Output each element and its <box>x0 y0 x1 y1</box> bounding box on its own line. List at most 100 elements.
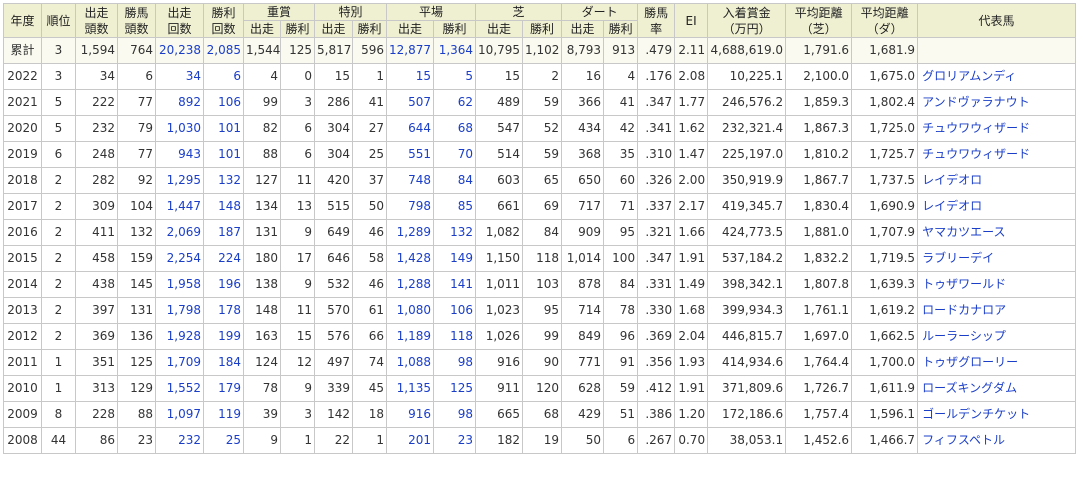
cell-wins[interactable]: 2,085 <box>203 37 244 64</box>
cell-runs[interactable]: 20,238 <box>155 37 204 64</box>
col-flat-runs: 出走 <box>386 20 435 38</box>
cell-flat-wins[interactable]: 23 <box>433 427 477 454</box>
cell-flat-runs[interactable]: 551 <box>386 141 435 168</box>
cell-winners: 6 <box>117 63 156 90</box>
cell-runs[interactable]: 1,030 <box>155 115 204 142</box>
cell-flat-wins[interactable]: 141 <box>433 271 477 298</box>
cell-avg-dist-turf: 1,764.4 <box>785 349 853 376</box>
cell-representative-horse[interactable]: ヤマカツエース <box>917 219 1076 246</box>
cell-flat-wins[interactable]: 149 <box>433 245 477 272</box>
cell-runs[interactable]: 1,958 <box>155 271 204 298</box>
cell-earnings: 414,934.6 <box>707 349 787 376</box>
cell-wins[interactable]: 199 <box>203 323 244 350</box>
cell-turf-wins: 84 <box>522 219 563 246</box>
cell-representative-horse[interactable]: レイデオロ <box>917 167 1076 194</box>
cell-flat-runs[interactable]: 12,877 <box>386 37 435 64</box>
cell-flat-runs[interactable]: 916 <box>386 401 435 428</box>
cell-wins[interactable]: 25 <box>203 427 244 454</box>
cell-flat-wins[interactable]: 84 <box>433 167 477 194</box>
cell-year: 2012 <box>3 323 42 350</box>
cell-runs[interactable]: 2,069 <box>155 219 204 246</box>
cell-special-wins: 50 <box>352 193 388 220</box>
cell-win-rate: .321 <box>637 219 676 246</box>
cell-wins[interactable]: 6 <box>203 63 244 90</box>
cell-wins[interactable]: 106 <box>203 89 244 116</box>
cell-runs[interactable]: 2,254 <box>155 245 204 272</box>
cell-runs[interactable]: 1,097 <box>155 401 204 428</box>
cell-flat-runs[interactable]: 798 <box>386 193 435 220</box>
cell-flat-wins[interactable]: 68 <box>433 115 477 142</box>
cell-wins[interactable]: 178 <box>203 297 244 324</box>
cell-representative-horse[interactable]: ラブリーデイ <box>917 245 1076 272</box>
cell-representative-horse[interactable]: アンドヴァラナウト <box>917 89 1076 116</box>
cell-representative-horse[interactable]: ゴールデンチケット <box>917 401 1076 428</box>
cell-flat-runs[interactable]: 201 <box>386 427 435 454</box>
cell-wins[interactable]: 196 <box>203 271 244 298</box>
cell-ei: 2.08 <box>674 63 709 90</box>
cell-representative-horse[interactable]: チュウワウィザード <box>917 141 1076 168</box>
cell-graded-wins: 9 <box>279 219 316 246</box>
cell-flat-wins[interactable]: 106 <box>433 297 477 324</box>
cell-runs[interactable]: 943 <box>155 141 204 168</box>
cell-wins[interactable]: 224 <box>203 245 244 272</box>
cell-flat-wins[interactable]: 5 <box>433 63 477 90</box>
cell-starters: 458 <box>75 245 118 272</box>
cell-wins[interactable]: 119 <box>203 401 244 428</box>
cell-flat-wins[interactable]: 98 <box>433 401 477 428</box>
cell-representative-horse[interactable]: トゥザワールド <box>917 271 1076 298</box>
cell-runs[interactable]: 1,798 <box>155 297 204 324</box>
cell-representative-horse[interactable]: ルーラーシップ <box>917 323 1076 350</box>
cell-flat-runs[interactable]: 507 <box>386 89 435 116</box>
cell-runs[interactable]: 232 <box>155 427 204 454</box>
cell-representative-horse[interactable]: フィフスペトル <box>917 427 1076 454</box>
cell-graded-runs: 88 <box>243 141 281 168</box>
cell-wins[interactable]: 179 <box>203 375 244 402</box>
cell-representative-horse[interactable]: ローズキングダム <box>917 375 1076 402</box>
cell-turf-runs: 489 <box>475 89 524 116</box>
cell-representative-horse[interactable]: トゥザグローリー <box>917 349 1076 376</box>
cell-representative-horse[interactable]: レイデオロ <box>917 193 1076 220</box>
cell-rank: 2 <box>41 323 76 350</box>
cell-runs[interactable]: 1,447 <box>155 193 204 220</box>
cell-flat-runs[interactable]: 1,428 <box>386 245 435 272</box>
cell-flat-wins[interactable]: 70 <box>433 141 477 168</box>
cell-dirt-runs: 8,793 <box>561 37 605 64</box>
cell-flat-runs[interactable]: 1,289 <box>386 219 435 246</box>
cell-representative-horse[interactable]: ロードカナロア <box>917 297 1076 324</box>
cell-runs[interactable]: 1,295 <box>155 167 204 194</box>
cell-flat-runs[interactable]: 748 <box>386 167 435 194</box>
cell-flat-wins[interactable]: 1,364 <box>433 37 477 64</box>
cell-runs[interactable]: 1,928 <box>155 323 204 350</box>
cell-representative-horse[interactable]: チュウワウィザード <box>917 115 1076 142</box>
cell-flat-wins[interactable]: 125 <box>433 375 477 402</box>
cell-turf-runs: 1,026 <box>475 323 524 350</box>
cell-runs[interactable]: 34 <box>155 63 204 90</box>
cell-flat-runs[interactable]: 1,189 <box>386 323 435 350</box>
cell-flat-wins[interactable]: 85 <box>433 193 477 220</box>
cell-flat-wins[interactable]: 132 <box>433 219 477 246</box>
cell-wins[interactable]: 132 <box>203 167 244 194</box>
cell-flat-wins[interactable]: 118 <box>433 323 477 350</box>
cell-flat-wins[interactable]: 98 <box>433 349 477 376</box>
cell-runs[interactable]: 1,552 <box>155 375 204 402</box>
cell-runs[interactable]: 1,709 <box>155 349 204 376</box>
cell-earnings: 172,186.6 <box>707 401 787 428</box>
cell-flat-runs[interactable]: 1,135 <box>386 375 435 402</box>
cell-runs[interactable]: 892 <box>155 89 204 116</box>
cell-dirt-runs: 368 <box>561 141 605 168</box>
cell-flat-runs[interactable]: 1,080 <box>386 297 435 324</box>
cell-flat-wins[interactable]: 62 <box>433 89 477 116</box>
cell-wins[interactable]: 101 <box>203 141 244 168</box>
cell-wins[interactable]: 101 <box>203 115 244 142</box>
cell-flat-runs[interactable]: 644 <box>386 115 435 142</box>
cell-representative-horse[interactable]: グロリアムンディ <box>917 63 1076 90</box>
cell-wins[interactable]: 184 <box>203 349 244 376</box>
cell-flat-runs[interactable]: 1,088 <box>386 349 435 376</box>
cell-ei: 1.49 <box>674 271 709 298</box>
cell-rank: 5 <box>41 115 76 142</box>
cell-wins[interactable]: 148 <box>203 193 244 220</box>
cell-flat-runs[interactable]: 15 <box>386 63 435 90</box>
cell-flat-runs[interactable]: 1,288 <box>386 271 435 298</box>
cell-wins[interactable]: 187 <box>203 219 244 246</box>
cell-dirt-runs: 50 <box>561 427 605 454</box>
